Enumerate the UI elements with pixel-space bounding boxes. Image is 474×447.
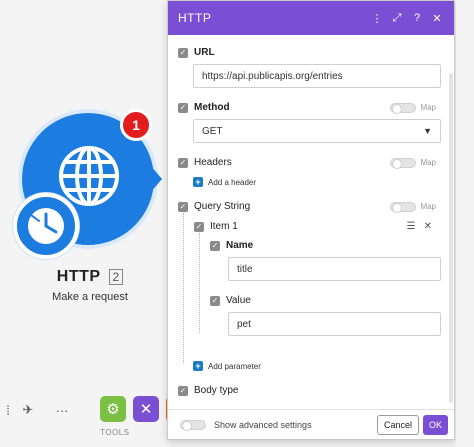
reorder-icon[interactable]: ☰	[407, 221, 416, 232]
query-string-label-row: ✓ Query String Map	[168, 201, 454, 213]
close-icon[interactable]: ✕	[428, 12, 446, 25]
url-label-row: ✓ URL	[168, 47, 454, 58]
item-1-checkbox[interactable]: ✓	[194, 221, 204, 232]
name-label-row: ✓ Name	[168, 240, 454, 251]
query-string-checkbox[interactable]: ✓	[178, 201, 188, 212]
error-count-badge[interactable]: 1	[120, 109, 152, 141]
dialog-footer: Show advanced settings Cancel OK	[168, 409, 454, 439]
expand-icon[interactable]: ⤢	[388, 12, 406, 25]
module-connector-arrow	[150, 165, 162, 193]
airplane-icon[interactable]: ✈	[16, 398, 40, 422]
method-select[interactable]: GET ▼	[193, 119, 441, 143]
gear-icon: ⚙	[106, 401, 120, 418]
caret-down-icon: ▼	[423, 126, 432, 136]
method-selected-value: GET	[202, 125, 223, 137]
query-string-map-label: Map	[420, 202, 436, 211]
item-1-row: ✓ Item 1 ☰ ✕	[168, 221, 454, 232]
method-map-toggle[interactable]: Map	[390, 102, 436, 114]
tools-gear-button[interactable]: ⚙	[100, 396, 126, 422]
headers-label-row: ✓ Headers Map	[168, 157, 454, 169]
headers-map-switch[interactable]	[390, 157, 417, 169]
advanced-settings-label: Show advanced settings	[214, 419, 312, 430]
headers-checkbox[interactable]: ✓	[178, 157, 188, 168]
body-type-checkbox[interactable]: ✓	[178, 385, 188, 396]
name-label: Name	[226, 240, 254, 251]
remove-item-icon[interactable]: ✕	[424, 221, 432, 232]
body-type-label-row: ✓ Body type	[168, 385, 454, 396]
headers-map-label: Map	[420, 158, 436, 167]
dialog-scrollbar[interactable]	[449, 73, 453, 403]
url-label: URL	[194, 47, 215, 58]
headers-map-toggle[interactable]: Map	[390, 157, 436, 169]
right-canvas-strip	[456, 0, 474, 447]
scenario-canvas: 1 HTTP 2 Make a request ⁞ ✈ ··· ⚙ ✕ TOOL…	[0, 0, 170, 447]
add-parameter-link[interactable]: + Add parameter	[193, 361, 261, 371]
http-module-dialog: HTTP ⋮ ⤢ ? ✕ ✓ URL https://api.publicapi…	[167, 0, 455, 440]
more-vertical-icon[interactable]: ⋮	[368, 12, 386, 25]
advanced-settings-switch[interactable]	[180, 419, 206, 431]
plus-icon: +	[193, 177, 203, 187]
module-subtitle: Make a request	[52, 291, 128, 303]
value-label: Value	[226, 295, 251, 306]
url-input[interactable]: https://api.publicapis.org/entries	[193, 64, 441, 88]
method-map-label: Map	[420, 103, 436, 112]
ok-button[interactable]: OK	[422, 414, 448, 435]
cancel-button[interactable]: Cancel	[376, 414, 419, 435]
query-string-map-switch[interactable]	[390, 201, 417, 213]
query-string-map-toggle[interactable]: Map	[390, 201, 436, 213]
name-input[interactable]: title	[228, 257, 441, 281]
add-header-link[interactable]: + Add a header	[193, 177, 256, 187]
more-horizontal-icon[interactable]: ···	[50, 398, 74, 422]
module-id-badge: 2	[108, 269, 124, 285]
method-checkbox[interactable]: ✓	[178, 102, 188, 113]
dialog-header: HTTP ⋮ ⤢ ? ✕	[168, 1, 454, 35]
clock-icon	[26, 206, 66, 246]
add-parameter-label: Add parameter	[208, 361, 261, 371]
dialog-body: ✓ URL https://api.publicapis.org/entries…	[168, 35, 454, 407]
value-checkbox[interactable]: ✓	[210, 295, 220, 306]
headers-label: Headers	[194, 157, 232, 168]
method-label-row: ✓ Method Map	[168, 102, 454, 114]
tools-label: TOOLS	[100, 428, 130, 437]
value-label-row: ✓ Value	[168, 295, 454, 306]
value-input[interactable]: pet	[228, 312, 441, 336]
flow-control-button[interactable]: ✕	[133, 396, 159, 422]
dialog-title: HTTP	[178, 11, 212, 25]
query-tree-line	[183, 213, 184, 363]
add-header-label: Add a header	[208, 177, 257, 187]
body-type-label: Body type	[194, 385, 239, 396]
crossed-tools-icon: ✕	[139, 401, 153, 418]
schedule-clock-button[interactable]	[13, 193, 79, 259]
name-checkbox[interactable]: ✓	[210, 240, 220, 251]
method-map-switch[interactable]	[390, 102, 417, 114]
help-icon[interactable]: ?	[408, 12, 426, 24]
method-label: Method	[194, 102, 230, 113]
module-title-row: HTTP 2	[0, 268, 170, 286]
plus-icon: +	[193, 361, 203, 371]
module-title: HTTP	[56, 268, 101, 285]
query-string-label: Query String	[194, 201, 251, 212]
url-checkbox[interactable]: ✓	[178, 47, 188, 58]
item-1-label: Item 1	[210, 221, 238, 232]
item-1-actions: ☰ ✕	[407, 221, 432, 232]
